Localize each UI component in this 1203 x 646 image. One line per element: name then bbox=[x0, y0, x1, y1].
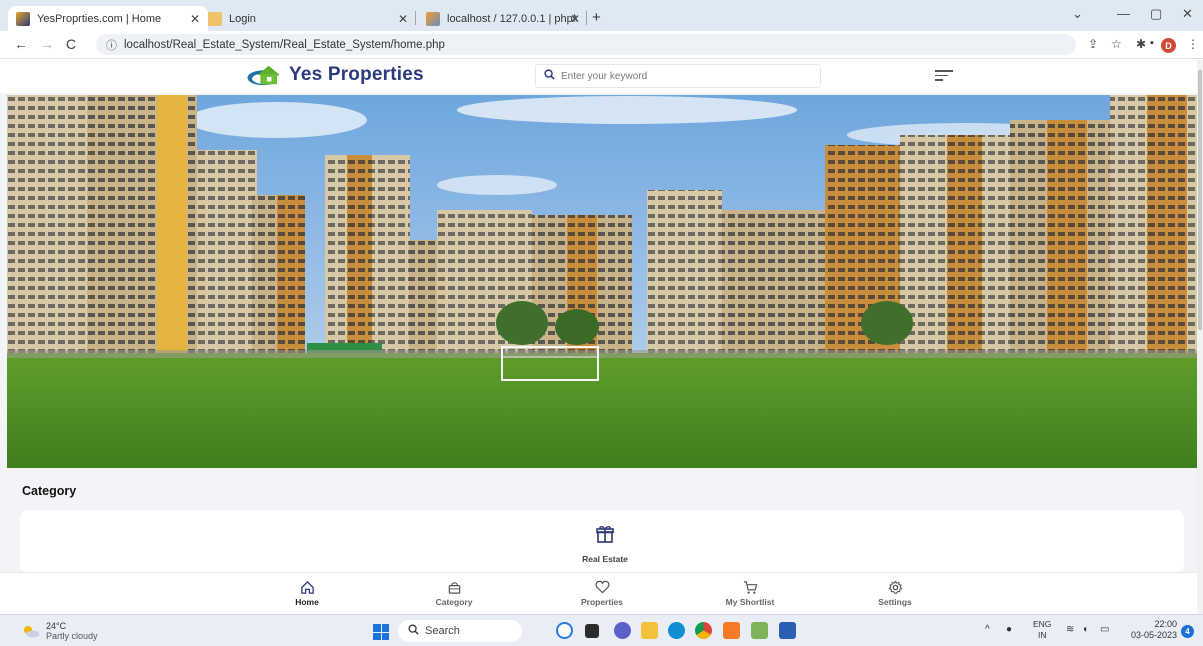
cart-icon bbox=[710, 578, 790, 596]
taskbar-search-label: Search bbox=[425, 625, 460, 637]
tab-title: localhost / 127.0.0.1 | phpMyAdm bbox=[447, 12, 577, 25]
share-icon[interactable]: ⇪ bbox=[1088, 37, 1098, 51]
extensions-icon[interactable]: ✱ bbox=[1136, 37, 1146, 51]
basket-icon bbox=[414, 578, 494, 596]
site-favicon-icon bbox=[16, 11, 30, 26]
site-logo[interactable]: Yes Properties bbox=[245, 63, 424, 87]
photos-app-icon[interactable] bbox=[751, 622, 768, 639]
category-item-real-estate[interactable]: Real Estate bbox=[575, 524, 635, 564]
address-bar[interactable]: ⓘ localhost/Real_Estate_System/Real_Esta… bbox=[96, 34, 1076, 55]
apartment-complex-illustration bbox=[7, 95, 1197, 468]
notification-badge[interactable]: 4 bbox=[1181, 625, 1194, 638]
nav-label: Home bbox=[295, 597, 319, 607]
file-explorer-icon[interactable] bbox=[641, 622, 658, 639]
show-hidden-icons-icon[interactable]: ^ bbox=[985, 624, 990, 635]
volume-icon[interactable]: ◖ bbox=[1082, 624, 1088, 635]
nav-home[interactable]: Home bbox=[267, 578, 347, 607]
restore-icon[interactable]: ▢ bbox=[1150, 6, 1162, 22]
reload-icon[interactable]: C bbox=[66, 36, 76, 52]
close-tab-icon[interactable]: ✕ bbox=[398, 12, 408, 26]
system-clock[interactable]: 22:00 03-05-2023 bbox=[1125, 619, 1177, 641]
clock-date: 03-05-2023 bbox=[1130, 630, 1177, 640]
house-logo-icon bbox=[247, 65, 280, 86]
hero-banner-image bbox=[7, 95, 1197, 468]
forward-icon[interactable]: → bbox=[40, 36, 54, 52]
widgets-app-icon[interactable] bbox=[556, 622, 573, 639]
browser-tab-login[interactable]: Login ✕ bbox=[200, 6, 408, 31]
category-card: Real Estate bbox=[20, 510, 1184, 572]
browser-tab-home[interactable]: YesProprties.com | Home ✕ bbox=[8, 6, 208, 31]
word-app-icon[interactable] bbox=[779, 622, 796, 639]
category-label: Real Estate bbox=[582, 554, 628, 564]
profile-avatar[interactable]: D bbox=[1161, 38, 1176, 53]
chat-app-icon[interactable] bbox=[614, 622, 631, 639]
tab-title: Login bbox=[229, 12, 256, 25]
nav-label: Properties bbox=[580, 597, 624, 607]
gear-icon bbox=[855, 578, 935, 596]
tab-search-icon[interactable]: ⌄ bbox=[1072, 6, 1083, 22]
taskbar-search[interactable]: Search bbox=[398, 620, 522, 642]
tab-separator bbox=[415, 11, 416, 25]
chrome-browser-icon[interactable] bbox=[695, 622, 712, 639]
login-favicon-icon bbox=[208, 11, 222, 26]
weather-widget[interactable]: 24°C Partly cloudy bbox=[22, 621, 98, 641]
browser-tab-phpmyadmin[interactable]: localhost / 127.0.0.1 | phpMyAdm ✕ bbox=[418, 6, 588, 31]
battery-icon[interactable]: ▭ bbox=[1100, 624, 1109, 635]
nav-label: Category bbox=[435, 597, 473, 607]
category-heading: Category bbox=[22, 484, 77, 498]
nav-settings[interactable]: Settings bbox=[855, 578, 935, 607]
edge-browser-icon[interactable] bbox=[668, 622, 685, 639]
side-panel-icon[interactable]: ▪ bbox=[1150, 37, 1154, 49]
brand-name: Yes Properties bbox=[289, 64, 424, 85]
nav-category[interactable]: Category bbox=[414, 578, 494, 607]
xampp-app-icon[interactable] bbox=[723, 622, 740, 639]
task-view-icon[interactable] bbox=[585, 624, 599, 638]
tab-separator bbox=[586, 11, 587, 25]
weather-description: Partly cloudy bbox=[46, 631, 98, 641]
site-info-icon[interactable]: ⓘ bbox=[106, 37, 117, 53]
close-tab-icon[interactable]: ✕ bbox=[570, 12, 580, 26]
language-indicator[interactable]: ENG IN bbox=[1033, 619, 1051, 641]
scrollbar-thumb[interactable] bbox=[1198, 70, 1202, 330]
nav-properties[interactable]: Properties bbox=[562, 578, 642, 607]
wifi-icon[interactable]: ≋ bbox=[1066, 624, 1074, 635]
browser-tab-strip: YesProprties.com | Home ✕ Login ✕ localh… bbox=[0, 0, 1203, 31]
back-icon[interactable]: ← bbox=[14, 36, 28, 52]
bottom-navigation: Home Category Properties My Shortlist Se… bbox=[0, 572, 1203, 614]
tab-title: YesProprties.com | Home bbox=[37, 12, 162, 25]
site-header: Yes Properties Enter your keyword bbox=[0, 59, 1203, 93]
nav-my-shortlist[interactable]: My Shortlist bbox=[710, 578, 790, 607]
windows-taskbar: 24°C Partly cloudy Search ^ ● ENG IN ≋ ◖… bbox=[0, 614, 1203, 646]
heart-icon bbox=[562, 578, 642, 596]
language-code: ENG bbox=[1033, 619, 1052, 629]
nav-label: My Shortlist bbox=[725, 597, 775, 607]
page-scrollbar[interactable] bbox=[1197, 60, 1203, 614]
partly-cloudy-icon bbox=[24, 626, 40, 638]
gift-icon bbox=[575, 524, 635, 549]
phpmyadmin-favicon-icon bbox=[426, 11, 440, 26]
clock-time: 22:00 bbox=[1154, 619, 1177, 629]
tray-app-icon[interactable]: ● bbox=[1006, 624, 1012, 635]
language-region: IN bbox=[1037, 630, 1047, 640]
windows-start-icon[interactable] bbox=[373, 624, 389, 640]
browser-menu-icon[interactable]: ⋮ bbox=[1187, 37, 1199, 51]
search-input[interactable]: Enter your keyword bbox=[535, 64, 821, 88]
bookmark-star-icon[interactable]: ☆ bbox=[1111, 37, 1122, 51]
search-icon bbox=[544, 69, 555, 83]
new-tab-button[interactable]: + bbox=[592, 9, 601, 26]
hamburger-menu-icon[interactable] bbox=[935, 70, 953, 82]
nav-label: Settings bbox=[878, 597, 912, 607]
search-icon bbox=[408, 624, 419, 638]
url-text: localhost/Real_Estate_System/Real_Estate… bbox=[124, 38, 445, 51]
search-placeholder: Enter your keyword bbox=[561, 70, 648, 82]
weather-temperature: 24°C bbox=[46, 621, 67, 631]
minimize-icon[interactable]: — bbox=[1117, 6, 1130, 21]
home-icon bbox=[267, 578, 347, 596]
browser-toolbar: ← → C ⓘ localhost/Real_Estate_System/Rea… bbox=[0, 31, 1203, 59]
close-tab-icon[interactable]: ✕ bbox=[190, 12, 200, 26]
close-window-icon[interactable]: ✕ bbox=[1182, 6, 1193, 22]
